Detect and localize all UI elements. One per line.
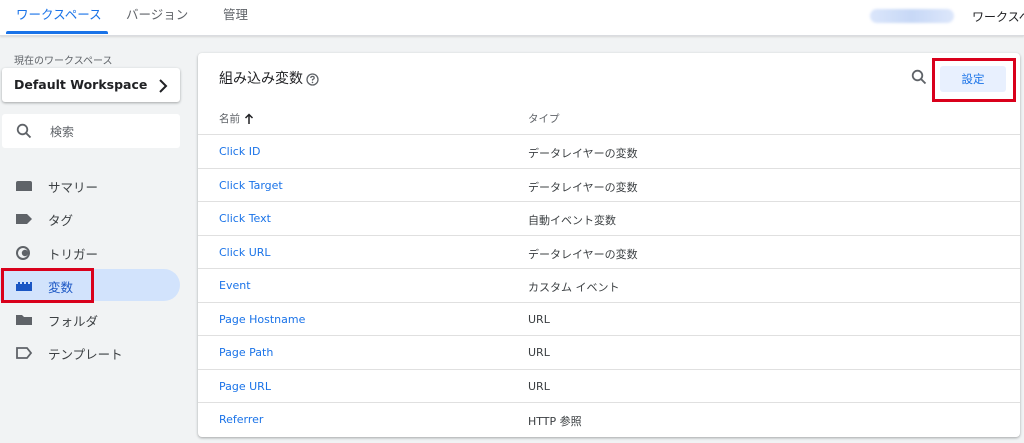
- folder-tab-icon: [15, 178, 33, 192]
- variable-name-link[interactable]: Page Hostname: [219, 313, 305, 326]
- tab-versions[interactable]: バージョン: [126, 0, 188, 36]
- variable-name-link[interactable]: Referrer: [219, 413, 263, 426]
- variable-type: データレイヤーの変数: [528, 147, 638, 160]
- settings-button[interactable]: 設定: [940, 66, 1006, 92]
- variable-name-link[interactable]: Click Target: [219, 179, 283, 192]
- page-title: 組み込み変数: [219, 71, 303, 87]
- tag-icon: [15, 211, 33, 225]
- variable-name-link[interactable]: Click Text: [219, 212, 271, 225]
- sidebar-item-summary[interactable]: サマリー: [0, 169, 180, 201]
- folder-icon: [15, 312, 33, 326]
- table-row: Click ID データレイヤーの変数: [198, 134, 1020, 168]
- variable-type: URL: [528, 379, 550, 393]
- variable-type: 自動イベント変数: [528, 214, 616, 227]
- sidebar-item-label: トリガー: [48, 247, 99, 262]
- variable-name-link[interactable]: Page Path: [219, 346, 273, 359]
- column-header-name[interactable]: 名前: [219, 111, 240, 126]
- chevron-right-icon: [158, 78, 168, 97]
- variable-name-link[interactable]: Click URL: [219, 246, 271, 259]
- table-row: Page URL URL: [198, 368, 1020, 403]
- variable-type: カスタム イベント: [528, 281, 620, 294]
- variable-type: データレイヤーの変数: [528, 180, 638, 194]
- template-tag-icon: [15, 345, 33, 359]
- search-icon: [16, 123, 32, 143]
- table-row: Page Hostname URL: [198, 301, 1020, 336]
- search-icon[interactable]: [911, 69, 927, 89]
- active-tab-indicator: [6, 31, 108, 34]
- sidebar-item-folders[interactable]: フォルダ: [0, 303, 180, 335]
- tab-admin[interactable]: 管理: [223, 0, 248, 36]
- variable-type: URL: [528, 312, 550, 326]
- variable-type: URL: [528, 346, 550, 359]
- table-row: Page Path URL: [198, 335, 1020, 369]
- account-name-blurred[interactable]: [870, 9, 954, 23]
- variable-type: データレイヤーの変数: [528, 247, 638, 261]
- table-row: Referrer HTTP 参照: [198, 402, 1020, 436]
- top-navigation-bar: ワークスペース バージョン 管理 ワークスペ: [0, 0, 1024, 36]
- current-workspace-label: 現在のワークスペース: [14, 56, 113, 67]
- variable-name-link[interactable]: Page URL: [219, 380, 271, 393]
- variable-name-link[interactable]: Event: [219, 279, 251, 292]
- sidebar-item-templates[interactable]: テンプレート: [0, 336, 180, 368]
- sidebar-search-input[interactable]: 検索: [2, 114, 180, 148]
- table-row: Event カスタム イベント: [198, 268, 1020, 302]
- search-placeholder: 検索: [50, 125, 75, 139]
- variable-blocks-icon: [15, 278, 33, 292]
- trigger-icon: [15, 245, 33, 260]
- table-row: Click Target データレイヤーの変数: [198, 167, 1020, 202]
- sidebar-item-variables[interactable]: 変数: [0, 269, 180, 301]
- column-header-type: タイプ: [528, 113, 560, 125]
- variable-type: HTTP 参照: [528, 415, 582, 428]
- sidebar-item-tags[interactable]: タグ: [0, 202, 180, 234]
- help-icon[interactable]: [306, 71, 319, 90]
- table-row: Click URL データレイヤーの変数: [198, 234, 1020, 269]
- builtin-variables-card: 組み込み変数 設定 名前 タイプ Click ID データレイヤーの変数 Cli…: [198, 53, 1020, 437]
- sidebar-item-label: タグ: [48, 213, 74, 228]
- workspace-menu-link[interactable]: ワークスペ: [972, 8, 1024, 25]
- sidebar-item-label: フォルダ: [48, 314, 99, 329]
- sort-arrow-up-icon[interactable]: [244, 110, 254, 129]
- sidebar-item-triggers[interactable]: トリガー: [0, 236, 180, 268]
- workspace-name: Default Workspace: [14, 77, 148, 92]
- table-row: Click Text 自動イベント変数: [198, 201, 1020, 235]
- sidebar-item-label: 変数: [48, 280, 74, 295]
- sidebar-item-label: サマリー: [48, 180, 99, 195]
- sidebar-item-label: テンプレート: [48, 347, 123, 362]
- workspace-selector[interactable]: Default Workspace: [2, 68, 180, 102]
- variable-name-link[interactable]: Click ID: [219, 145, 260, 158]
